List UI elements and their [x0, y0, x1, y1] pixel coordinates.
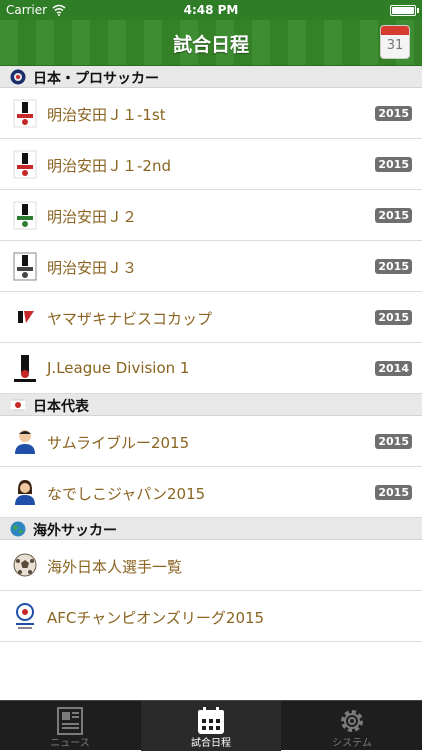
schedule-list: 日本・プロサッカー 明治安田Ｊ１-1st 2015 明治安田Ｊ１-2nd 201…: [0, 66, 422, 642]
year-badge: 2015: [375, 157, 412, 172]
gear-icon: [337, 706, 367, 736]
tab-label: 試合日程: [141, 734, 281, 749]
japan-football-association-icon: [10, 69, 26, 85]
list-item-label: 明治安田Ｊ２: [47, 206, 137, 227]
j1-logo-icon: [12, 99, 38, 128]
status-time: 4:48 PM: [0, 3, 422, 17]
soccer-ball-icon: [12, 551, 38, 580]
calendar-icon: [196, 706, 226, 736]
list-item-j3[interactable]: 明治安田Ｊ３ 2015: [0, 241, 422, 292]
list-item-label: なでしこジャパン2015: [47, 483, 205, 504]
list-item-label: J.League Division 1: [47, 359, 189, 377]
battery-icon: [390, 5, 416, 16]
list-item-j1-1st[interactable]: 明治安田Ｊ１-1st 2015: [0, 88, 422, 139]
battery-tip: [417, 8, 419, 13]
j3-logo-icon: [12, 252, 38, 281]
list-item-samurai-blue[interactable]: サムライブルー2015 2015: [0, 416, 422, 467]
calendar-top-strip: [381, 26, 409, 35]
list-item-nabisco-cup[interactable]: ヤマザキナビスコカップ 2015: [0, 292, 422, 343]
list-item-label: サムライブルー2015: [47, 432, 189, 453]
list-item-label: 海外日本人選手一覧: [47, 556, 182, 577]
section-label: 日本・プロサッカー: [33, 68, 159, 88]
female-player-icon: [12, 478, 38, 507]
list-item-afc-champions-league[interactable]: AFCチャンピオンズリーグ2015: [0, 591, 422, 642]
male-player-icon: [12, 427, 38, 456]
list-item-label: 明治安田Ｊ１-2nd: [47, 155, 171, 176]
japan-flag-icon: [10, 397, 26, 413]
j2-logo-icon: [12, 201, 38, 230]
section-header-national-team: 日本代表: [0, 394, 422, 416]
nabisco-cup-logo-icon: [12, 303, 38, 332]
newspaper-icon: [55, 706, 85, 736]
tab-label: システム: [282, 734, 422, 749]
afc-champions-league-logo-icon: [12, 602, 38, 631]
list-item-jleague-division1[interactable]: J.League Division 1 2014: [0, 343, 422, 394]
tab-schedule[interactable]: 試合日程: [141, 701, 281, 751]
tab-label: ニュース: [0, 734, 140, 749]
list-item-label: 明治安田Ｊ３: [47, 257, 137, 278]
list-item-j2[interactable]: 明治安田Ｊ２ 2015: [0, 190, 422, 241]
section-header-japan-pro: 日本・プロサッカー: [0, 66, 422, 88]
year-badge: 2015: [375, 208, 412, 223]
year-badge: 2014: [375, 361, 412, 376]
section-label: 日本代表: [33, 396, 89, 416]
list-item-overseas-players[interactable]: 海外日本人選手一覧: [0, 540, 422, 591]
status-bar: Carrier 4:48 PM: [0, 0, 422, 20]
year-badge: 2015: [375, 434, 412, 449]
page-title: 試合日程: [0, 30, 422, 57]
calendar-button[interactable]: 31: [380, 25, 410, 59]
list-item-j1-2nd[interactable]: 明治安田Ｊ１-2nd 2015: [0, 139, 422, 190]
jleague-logo-icon: [12, 354, 38, 383]
year-badge: 2015: [375, 106, 412, 121]
j1-logo-icon: [12, 150, 38, 179]
year-badge: 2015: [375, 310, 412, 325]
year-badge: 2015: [375, 259, 412, 274]
tab-system[interactable]: システム: [282, 701, 422, 751]
tab-news[interactable]: ニュース: [0, 701, 140, 751]
section-header-overseas: 海外サッカー: [0, 518, 422, 540]
list-item-nadeshiko-japan[interactable]: なでしこジャパン2015 2015: [0, 467, 422, 518]
nav-header: 試合日程 31: [0, 20, 422, 66]
tab-bar: ニュース 試合日程 システム: [0, 700, 422, 750]
year-badge: 2015: [375, 485, 412, 500]
calendar-day: 31: [381, 38, 409, 53]
list-item-label: AFCチャンピオンズリーグ2015: [47, 607, 264, 628]
section-label: 海外サッカー: [33, 520, 117, 540]
globe-icon: [10, 521, 26, 537]
list-item-label: 明治安田Ｊ１-1st: [47, 104, 166, 125]
list-item-label: ヤマザキナビスコカップ: [47, 308, 212, 329]
